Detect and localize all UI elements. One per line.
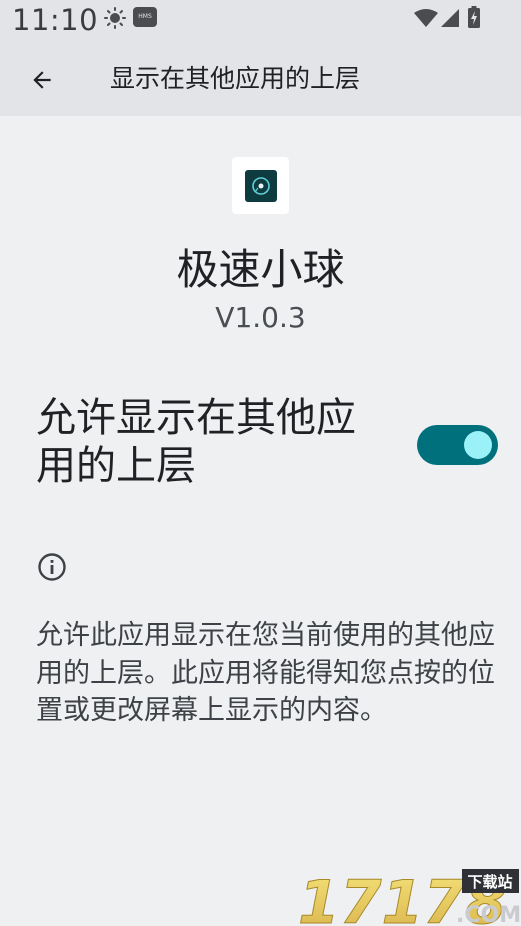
- battery-charging-icon: [468, 6, 480, 28]
- brightness-icon: [104, 7, 126, 29]
- info-icon: [38, 553, 66, 581]
- watermark-logo: 17178 下载站 .COM: [298, 868, 521, 926]
- permission-description: 允许此应用显示在您当前使用的其他应用的上层。此应用将能得知您点按的位置或更改屏幕…: [36, 620, 495, 726]
- back-button[interactable]: [20, 58, 64, 102]
- app-icon: [232, 157, 289, 214]
- app-name: 极速小球: [176, 245, 345, 294]
- app-version: V1.0.3: [215, 301, 306, 334]
- wifi-icon: [414, 9, 438, 27]
- page-title: 显示在其他应用的上层: [110, 64, 361, 93]
- permission-label: 允许显示在其他应用的上层: [36, 395, 356, 489]
- toggle-knob: [464, 431, 492, 459]
- app-logo-icon: [244, 169, 277, 202]
- permission-toggle-row[interactable]: 允许显示在其他应用的上层: [0, 380, 521, 510]
- watermark-suffix: .COM: [456, 903, 521, 926]
- signal-icon: [441, 9, 459, 27]
- status-bar: 11:10 HMS: [0, 0, 521, 44]
- app-bar: 显示在其他应用的上层: [0, 44, 521, 116]
- status-time: 11:10: [12, 3, 99, 37]
- hms-icon: HMS: [133, 7, 157, 27]
- watermark-badge: 下载站: [467, 873, 512, 891]
- arrow-left-icon: [33, 71, 51, 89]
- overlay-permission-toggle[interactable]: [417, 425, 498, 465]
